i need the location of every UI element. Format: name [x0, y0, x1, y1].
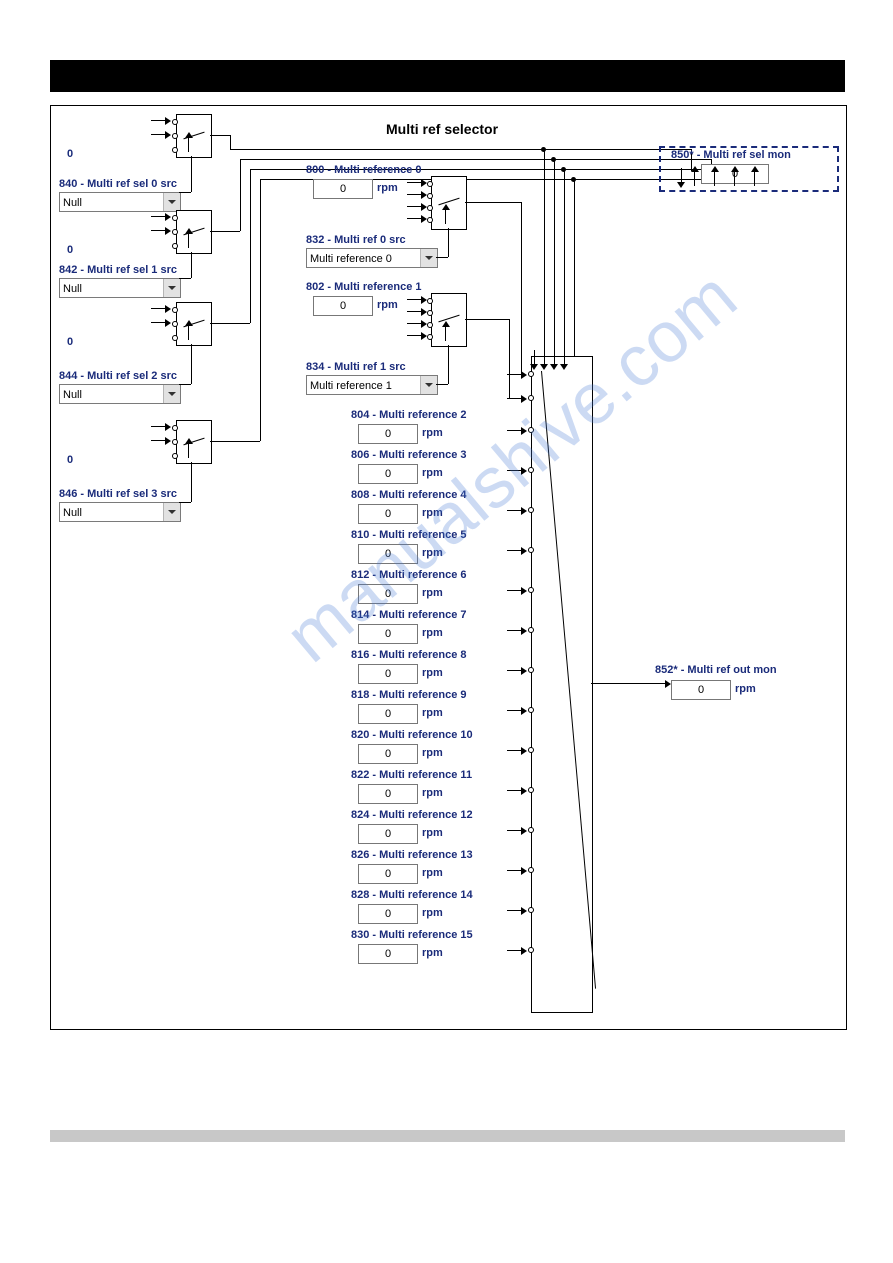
dropdown-value: Null — [60, 194, 82, 212]
chevron-down-icon — [163, 279, 180, 297]
monitor-label: 850* - Multi ref sel mon — [671, 149, 791, 161]
param-label: 0 — [67, 454, 73, 466]
param-label: 834 - Multi ref 1 src — [306, 361, 406, 373]
value-box[interactable]: 0 — [358, 504, 418, 524]
dropdown-sel0[interactable]: Null — [59, 192, 181, 212]
param-label: 824 - Multi reference 12 — [351, 809, 473, 821]
param-label: 844 - Multi ref sel 2 src — [59, 370, 177, 382]
value-box[interactable]: 0 — [358, 944, 418, 964]
unit-label: rpm — [422, 547, 443, 559]
value-box-ref0[interactable]: 0 — [313, 179, 373, 199]
dropdown-sel2[interactable]: Null — [59, 384, 181, 404]
unit-label: rpm — [422, 747, 443, 759]
dropdown-ref1src[interactable]: Multi reference 1 — [306, 375, 438, 395]
monitor-value: 0 — [671, 680, 731, 700]
unit-label: rpm — [422, 667, 443, 679]
unit-label: rpm — [422, 507, 443, 519]
unit-label: rpm — [422, 787, 443, 799]
big-selector — [531, 356, 593, 1013]
mux-sel1 — [176, 210, 212, 254]
dropdown-value: Null — [60, 504, 82, 522]
value-box[interactable]: 0 — [358, 464, 418, 484]
value-box[interactable]: 0 — [358, 424, 418, 444]
param-label: 808 - Multi reference 4 — [351, 489, 467, 501]
param-label: 806 - Multi reference 3 — [351, 449, 467, 461]
value-box[interactable]: 0 — [358, 784, 418, 804]
param-label: 0 — [67, 148, 73, 160]
param-label: 814 - Multi reference 7 — [351, 609, 467, 621]
footer-bar — [50, 1130, 845, 1142]
value-box[interactable]: 0 — [358, 904, 418, 924]
value-box[interactable]: 0 — [358, 824, 418, 844]
param-label: 820 - Multi reference 10 — [351, 729, 473, 741]
param-label: 826 - Multi reference 13 — [351, 849, 473, 861]
unit-label: rpm — [422, 867, 443, 879]
param-label: 812 - Multi reference 6 — [351, 569, 467, 581]
unit-label: rpm — [422, 947, 443, 959]
unit-label: rpm — [422, 707, 443, 719]
unit-label: rpm — [422, 427, 443, 439]
param-label: 0 — [67, 336, 73, 348]
mux-ref1 — [431, 293, 467, 347]
chevron-down-icon — [163, 503, 180, 521]
param-label: 802 - Multi reference 1 — [306, 281, 422, 293]
value-box[interactable]: 0 — [358, 864, 418, 884]
param-label: 840 - Multi ref sel 0 src — [59, 178, 177, 190]
dropdown-value: Null — [60, 280, 82, 298]
param-label: 804 - Multi reference 2 — [351, 409, 467, 421]
param-label: 822 - Multi reference 11 — [351, 769, 472, 781]
unit-label: rpm — [422, 467, 443, 479]
unit-label: rpm — [422, 827, 443, 839]
param-label: 846 - Multi ref sel 3 src — [59, 488, 177, 500]
mux-sel3 — [176, 420, 212, 464]
dropdown-ref0src[interactable]: Multi reference 0 — [306, 248, 438, 268]
param-label: 842 - Multi ref sel 1 src — [59, 264, 177, 276]
param-label: 832 - Multi ref 0 src — [306, 234, 406, 246]
param-label: 810 - Multi reference 5 — [351, 529, 467, 541]
dropdown-value: Multi reference 0 — [307, 250, 392, 268]
value-box[interactable]: 0 — [358, 704, 418, 724]
param-label: 830 - Multi reference 15 — [351, 929, 473, 941]
chevron-down-icon — [163, 193, 180, 211]
chevron-down-icon — [163, 385, 180, 403]
header-bar — [50, 60, 845, 92]
mux-sel2 — [176, 302, 212, 346]
param-label: 800 - Multi reference 0 — [306, 164, 422, 176]
unit-label: rpm — [735, 683, 756, 695]
chevron-down-icon — [420, 249, 437, 267]
dropdown-sel3[interactable]: Null — [59, 502, 181, 522]
diagram-frame: Multi ref selector 0 840 - Multi ref sel… — [50, 105, 847, 1030]
monitor-label: 852* - Multi ref out mon — [655, 664, 777, 676]
value-box[interactable]: 0 — [358, 544, 418, 564]
value-box-ref1[interactable]: 0 — [313, 296, 373, 316]
mux-ref0 — [431, 176, 467, 230]
watermark: manualshive.com — [270, 256, 752, 679]
unit-label: rpm — [377, 182, 398, 194]
value-box[interactable]: 0 — [358, 584, 418, 604]
unit-label: rpm — [422, 587, 443, 599]
dropdown-value: Multi reference 1 — [307, 377, 392, 395]
unit-label: rpm — [422, 627, 443, 639]
param-label: 816 - Multi reference 8 — [351, 649, 467, 661]
value-box[interactable]: 0 — [358, 624, 418, 644]
unit-label: rpm — [377, 299, 398, 311]
chevron-down-icon — [420, 376, 437, 394]
diagram-title: Multi ref selector — [386, 121, 498, 137]
unit-label: rpm — [422, 907, 443, 919]
param-label: 828 - Multi reference 14 — [351, 889, 473, 901]
dropdown-value: Null — [60, 386, 82, 404]
param-label: 818 - Multi reference 9 — [351, 689, 467, 701]
param-label: 0 — [67, 244, 73, 256]
value-box[interactable]: 0 — [358, 664, 418, 684]
mux-sel0 — [176, 114, 212, 158]
value-box[interactable]: 0 — [358, 744, 418, 764]
dropdown-sel1[interactable]: Null — [59, 278, 181, 298]
